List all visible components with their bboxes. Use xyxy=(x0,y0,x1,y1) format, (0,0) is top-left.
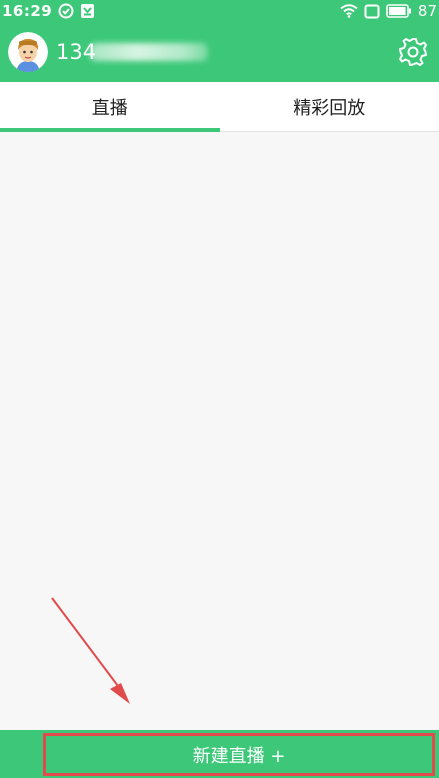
check-circle-icon xyxy=(58,3,74,19)
status-time: 16:29 xyxy=(2,2,53,20)
tab-bar: 直播 精彩回放 xyxy=(0,82,439,132)
settings-button[interactable] xyxy=(397,36,429,68)
shield-download-icon xyxy=(80,3,95,19)
tab-live-label: 直播 xyxy=(91,97,128,119)
tab-replay[interactable]: 精彩回放 xyxy=(220,82,439,131)
tab-live[interactable]: 直播 xyxy=(0,82,220,132)
red-arrow-annotation xyxy=(51,597,130,704)
status-right: 87 xyxy=(340,2,437,20)
battery-level: 87 xyxy=(417,2,437,20)
new-live-button[interactable]: 新建直播 + xyxy=(43,733,435,776)
app-header: 134 xyxy=(0,22,439,82)
gear-icon xyxy=(399,38,427,66)
username-blur-mask xyxy=(90,43,209,61)
avatar[interactable] xyxy=(8,32,48,72)
live-list-content[interactable] xyxy=(0,132,439,730)
tab-replay-label: 精彩回放 xyxy=(293,97,366,119)
square-icon xyxy=(364,4,380,19)
battery-icon xyxy=(386,4,412,18)
new-live-label: 新建直播 + xyxy=(192,745,286,767)
status-left: 16:29 xyxy=(2,2,95,20)
wifi-icon xyxy=(340,4,358,18)
status-bar: 16:29 87 xyxy=(0,0,439,22)
username: 134 xyxy=(56,40,209,64)
bottom-bar: 新建直播 + xyxy=(0,730,439,778)
